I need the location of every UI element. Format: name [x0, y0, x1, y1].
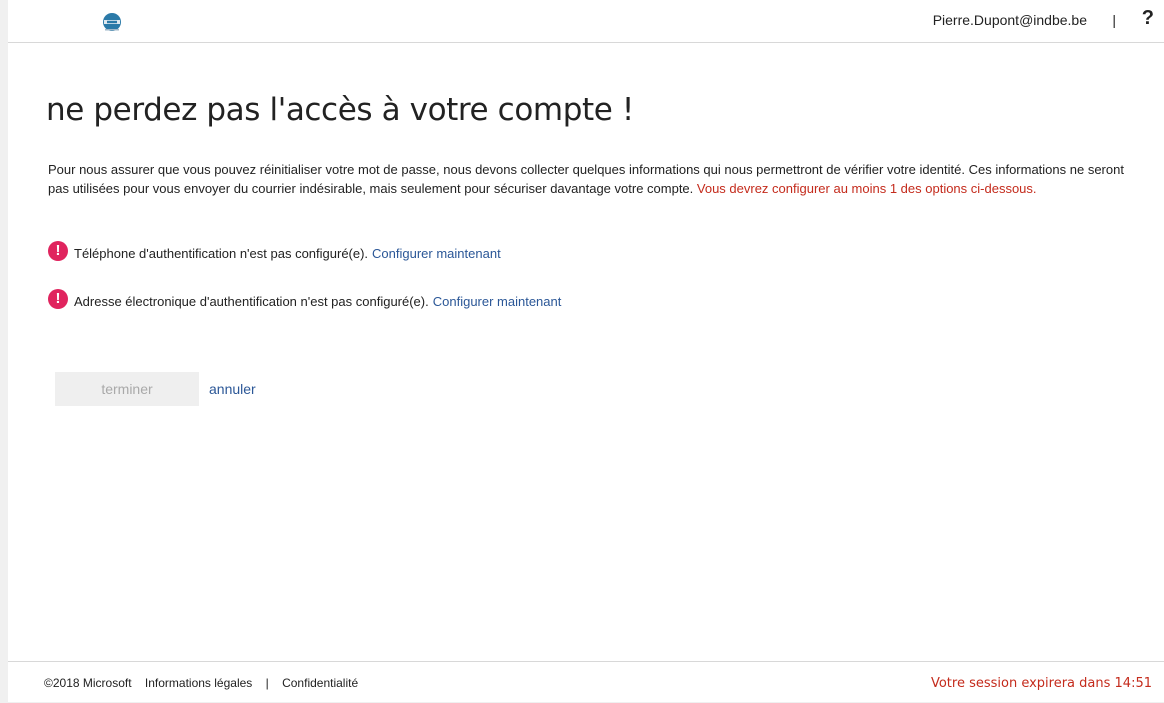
copyright-text: ©2018 Microsoft	[44, 676, 132, 690]
footer: ©2018 Microsoft Informations légales | C…	[8, 661, 1164, 703]
finish-button[interactable]: terminer	[55, 372, 199, 406]
configure-phone-link[interactable]: Configurer maintenant	[372, 246, 501, 261]
footer-separator: |	[265, 676, 269, 690]
user-email[interactable]: Pierre.Dupont@indbe.be	[933, 12, 1087, 28]
option-phone: ! Téléphone d'authentification n'est pas…	[48, 240, 501, 261]
intro-warning: Vous devrez configurer au moins 1 des op…	[696, 181, 1037, 196]
footer-links: ©2018 Microsoft Informations légales | C…	[44, 676, 368, 690]
exclamation-icon: !	[48, 240, 68, 261]
privacy-link[interactable]: Confidentialité	[282, 676, 358, 690]
company-logo	[103, 13, 121, 31]
page-title: ne perdez pas l'accès à votre compte !	[46, 92, 634, 128]
session-timer: Votre session expirera dans 14:51	[930, 676, 1152, 691]
option-email: ! Adresse électronique d'authentificatio…	[48, 288, 562, 309]
configure-email-link[interactable]: Configurer maintenant	[433, 294, 562, 309]
exclamation-icon: !	[48, 288, 68, 309]
option-email-status: Adresse électronique d'authentification …	[74, 294, 429, 309]
help-icon[interactable]: ?	[1142, 7, 1154, 30]
page: Pierre.Dupont@indbe.be | ? ne perdez pas…	[8, 0, 1164, 702]
top-bar: Pierre.Dupont@indbe.be | ?	[8, 0, 1164, 43]
intro-paragraph: Pour nous assurer que vous pouvez réinit…	[48, 160, 1143, 198]
legal-link[interactable]: Informations légales	[145, 676, 252, 690]
header-separator: |	[1112, 12, 1116, 28]
cancel-link[interactable]: annuler	[209, 381, 256, 397]
option-phone-status: Téléphone d'authentification n'est pas c…	[74, 246, 369, 261]
